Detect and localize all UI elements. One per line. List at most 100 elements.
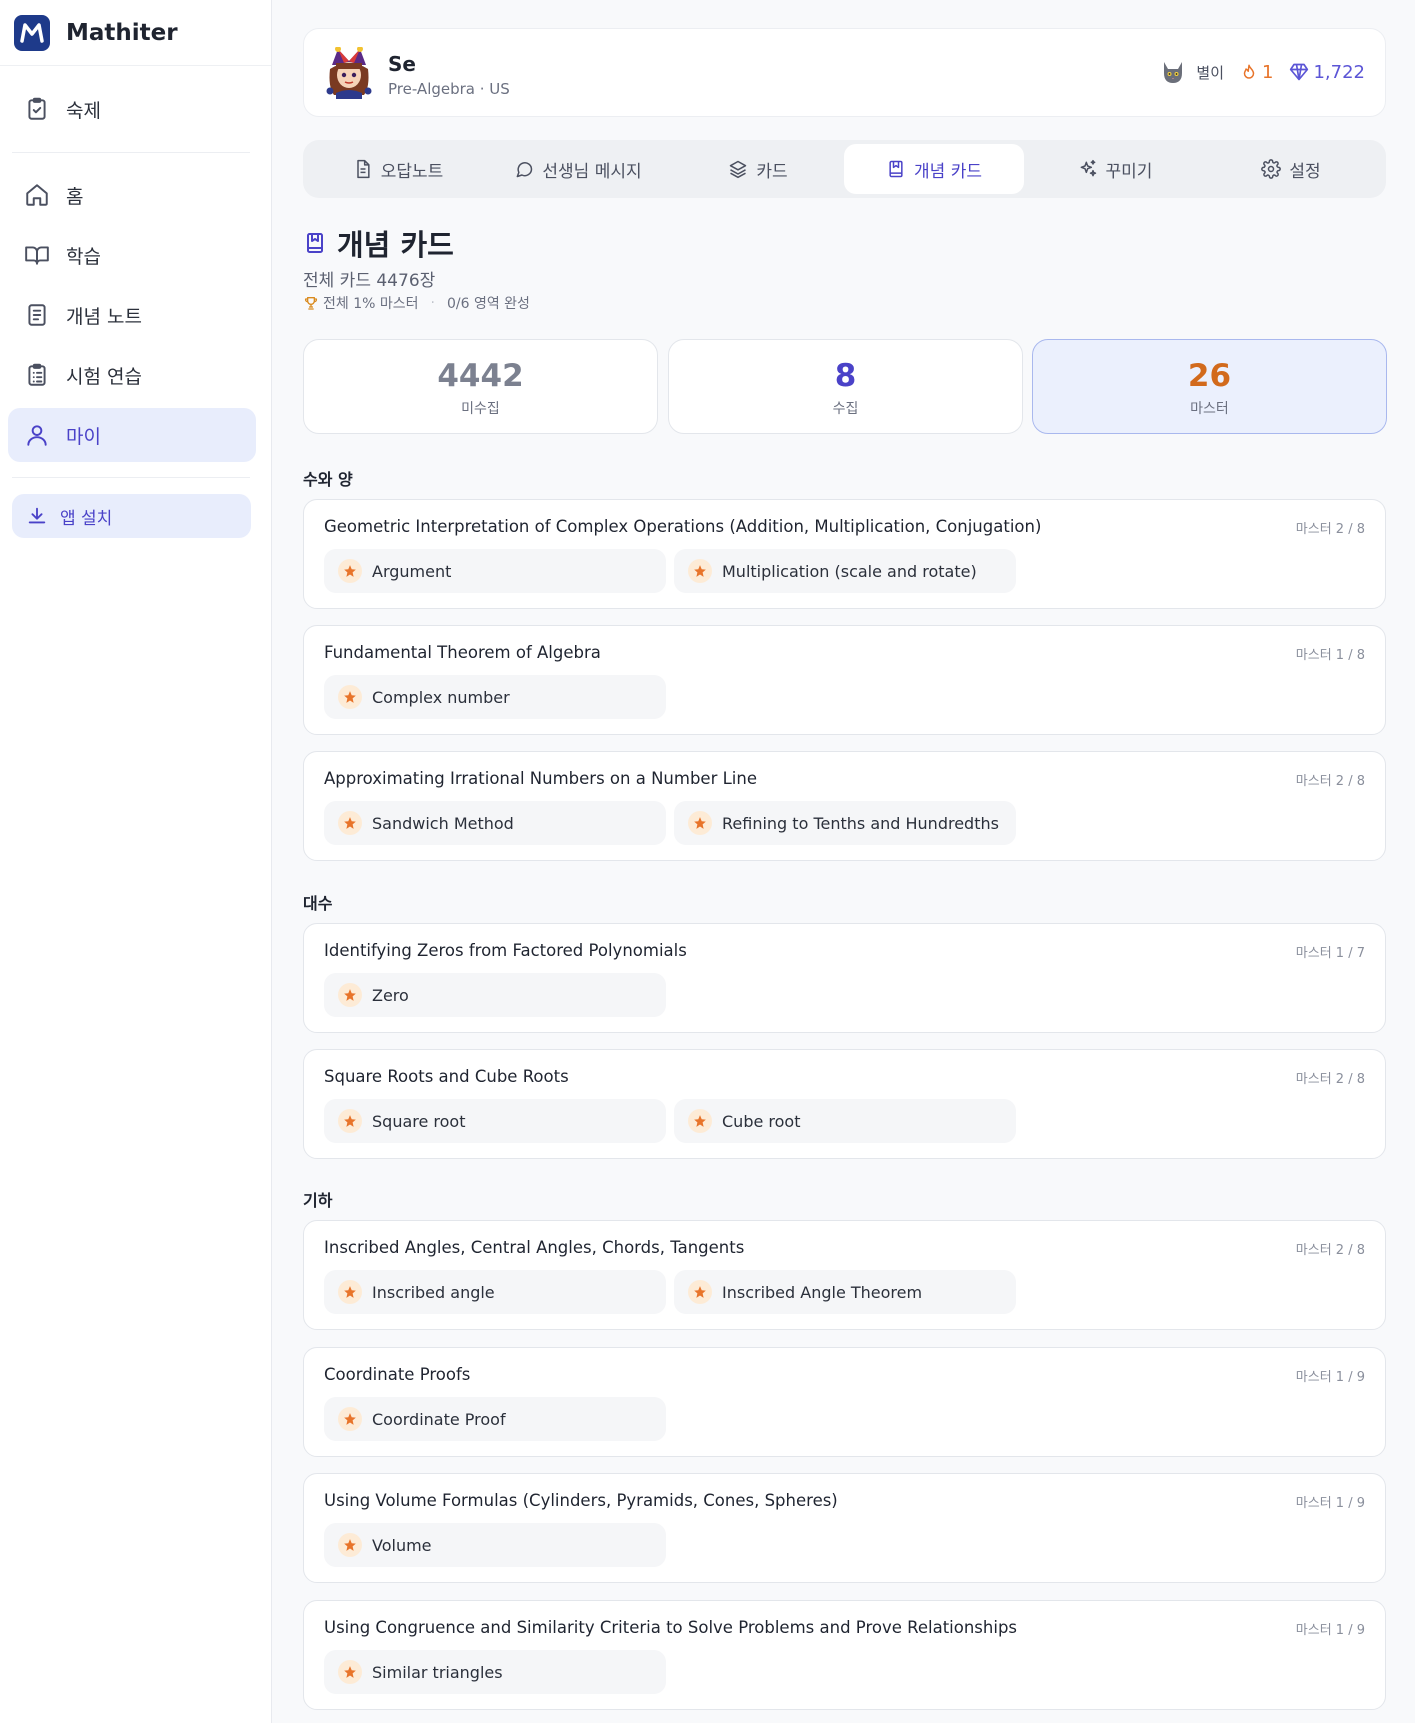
star-icon xyxy=(338,1280,362,1304)
sidebar-item-test-practice[interactable]: 시험 연습 xyxy=(8,348,256,402)
topic-card[interactable]: Geometric Interpretation of Complex Oper… xyxy=(303,499,1386,609)
concept-chip[interactable]: Refining to Tenths and Hundredths xyxy=(674,801,1016,845)
tab-label: 선생님 메시지 xyxy=(542,161,642,182)
stat-value: 26 xyxy=(1187,358,1232,394)
chip-label: Sandwich Method xyxy=(372,813,514,833)
section-label: 수와 양 xyxy=(303,470,353,489)
home-icon xyxy=(24,182,50,208)
app-name: Mathiter xyxy=(66,19,178,46)
stat-value: 8 xyxy=(834,358,857,394)
streak-counter[interactable]: 1 xyxy=(1240,62,1273,83)
brand[interactable]: Mathiter xyxy=(0,0,271,66)
tab-wrong-answer-notes[interactable]: 오답노트 xyxy=(308,144,488,194)
concept-chip[interactable]: Similar triangles xyxy=(324,1650,666,1694)
topic-mastery-count: 마스터 1 / 9 xyxy=(1295,1623,1365,1638)
concept-chip[interactable]: Inscribed angle xyxy=(324,1270,666,1314)
concept-chip[interactable]: Volume xyxy=(324,1523,666,1567)
sidebar-item-label: 마이 xyxy=(66,425,101,448)
flame-icon xyxy=(1240,62,1258,82)
concept-chip[interactable]: Sandwich Method xyxy=(324,801,666,845)
sidebar-item-home[interactable]: 홈 xyxy=(8,168,256,222)
divider xyxy=(12,152,250,153)
tab-bar: 오답노트 선생님 메시지 카드 개념 카드 꾸미기 설정 xyxy=(303,140,1386,198)
separator-dot: · xyxy=(430,295,435,311)
chip-label: Coordinate Proof xyxy=(372,1409,506,1429)
topic-card[interactable]: Using Congruence and Similarity Criteria… xyxy=(303,1600,1386,1710)
topic-title: Geometric Interpretation of Complex Oper… xyxy=(324,517,1042,536)
gear-icon xyxy=(1261,159,1282,179)
stat-label: 수집 xyxy=(832,401,859,417)
topic-mastery-count: 마스터 1 / 9 xyxy=(1295,1496,1365,1511)
topic-card[interactable]: Inscribed Angles, Central Angles, Chords… xyxy=(303,1220,1386,1330)
topic-mastery-count: 마스터 2 / 8 xyxy=(1295,1243,1365,1258)
tab-customize[interactable]: 꾸미기 xyxy=(1025,144,1205,194)
topic-card[interactable]: Fundamental Theorem of Algebra 마스터 1 / 8… xyxy=(303,625,1386,735)
concept-chip[interactable]: Complex number xyxy=(324,675,666,719)
notebook-icon xyxy=(24,302,50,328)
topic-title: Inscribed Angles, Central Angles, Chords… xyxy=(324,1238,745,1257)
section-label: 기하 xyxy=(303,1191,333,1210)
topic-card[interactable]: Identifying Zeros from Factored Polynomi… xyxy=(303,923,1386,1033)
layers-icon xyxy=(728,159,748,179)
topic-title: Using Volume Formulas (Cylinders, Pyrami… xyxy=(324,1491,838,1510)
chip-label: Volume xyxy=(372,1535,432,1555)
stat-value: 4442 xyxy=(437,358,524,394)
sidebar-item-my[interactable]: 마이 xyxy=(8,408,256,462)
star-icon xyxy=(338,685,362,709)
stat-collected[interactable]: 8 수집 xyxy=(668,339,1023,434)
tab-cards[interactable]: 카드 xyxy=(668,144,848,194)
concept-chip[interactable]: Zero xyxy=(324,973,666,1017)
tab-label: 설정 xyxy=(1289,161,1321,182)
topic-mastery-count: 마스터 1 / 7 xyxy=(1295,946,1365,961)
diamond-icon xyxy=(1289,62,1309,82)
divider xyxy=(12,477,250,478)
gem-counter[interactable]: 1,722 xyxy=(1289,62,1365,83)
chip-label: Argument xyxy=(372,561,452,581)
topic-title: Coordinate Proofs xyxy=(324,1365,471,1384)
install-app-button[interactable]: 앱 설치 xyxy=(12,494,251,538)
sidebar-item-homework[interactable]: 숙제 xyxy=(8,82,256,136)
tab-settings[interactable]: 설정 xyxy=(1201,144,1381,194)
streak-value: 1 xyxy=(1262,61,1274,83)
topic-card[interactable]: Using Volume Formulas (Cylinders, Pyrami… xyxy=(303,1473,1386,1583)
sidebar-item-label: 홈 xyxy=(66,185,84,208)
sidebar-item-label: 학습 xyxy=(66,245,101,268)
concept-chip[interactable]: Multiplication (scale and rotate) xyxy=(674,549,1016,593)
concept-chip[interactable]: Coordinate Proof xyxy=(324,1397,666,1441)
bookmark-book-icon xyxy=(886,159,906,179)
user-stats: 별이 1 1,722 xyxy=(1158,57,1365,87)
sidebar-item-label: 시험 연습 xyxy=(66,365,142,388)
stat-mastered[interactable]: 26 마스터 xyxy=(1032,339,1387,434)
tab-teacher-messages[interactable]: 선생님 메시지 xyxy=(488,144,668,194)
cat-pet-icon[interactable] xyxy=(1158,57,1188,87)
tab-concept-cards[interactable]: 개념 카드 xyxy=(844,144,1024,194)
tab-label: 카드 xyxy=(756,161,788,182)
clipboard-list-icon xyxy=(24,362,50,388)
section-label: 대수 xyxy=(303,894,333,913)
topic-title: Fundamental Theorem of Algebra xyxy=(324,643,601,662)
concept-chip[interactable]: Square root xyxy=(324,1099,666,1143)
chip-label: Inscribed Angle Theorem xyxy=(722,1282,923,1302)
book-open-icon xyxy=(24,242,50,268)
topic-title: Using Congruence and Similarity Criteria… xyxy=(324,1618,1018,1637)
file-text-icon xyxy=(353,159,373,179)
topic-mastery-count: 마스터 1 / 8 xyxy=(1295,648,1365,663)
stat-uncollected[interactable]: 4442 미수집 xyxy=(303,339,658,434)
topic-card[interactable]: Approximating Irrational Numbers on a Nu… xyxy=(303,751,1386,861)
concept-chip[interactable]: Inscribed Angle Theorem xyxy=(674,1270,1016,1314)
sidebar-item-label: 개념 노트 xyxy=(66,305,142,328)
concept-chip[interactable]: Cube root xyxy=(674,1099,1016,1143)
topic-mastery-count: 마스터 2 / 8 xyxy=(1295,1072,1365,1087)
avatar[interactable] xyxy=(324,47,374,99)
sidebar-item-concept-notes[interactable]: 개념 노트 xyxy=(8,288,256,342)
topic-card[interactable]: Square Roots and Cube Roots 마스터 2 / 8 Sq… xyxy=(303,1049,1386,1159)
sidebar-item-learn[interactable]: 학습 xyxy=(8,228,256,282)
topic-title: Approximating Irrational Numbers on a Nu… xyxy=(324,769,757,788)
download-icon xyxy=(26,505,48,527)
topic-card[interactable]: Coordinate Proofs 마스터 1 / 9 Coordinate P… xyxy=(303,1347,1386,1457)
concept-chip[interactable]: Argument xyxy=(324,549,666,593)
user-course: Pre-Algebra · US xyxy=(388,80,510,98)
total-cards: 전체 카드 4476장 xyxy=(303,271,436,291)
user-name: Se xyxy=(388,52,416,76)
chip-label: Multiplication (scale and rotate) xyxy=(722,561,977,581)
